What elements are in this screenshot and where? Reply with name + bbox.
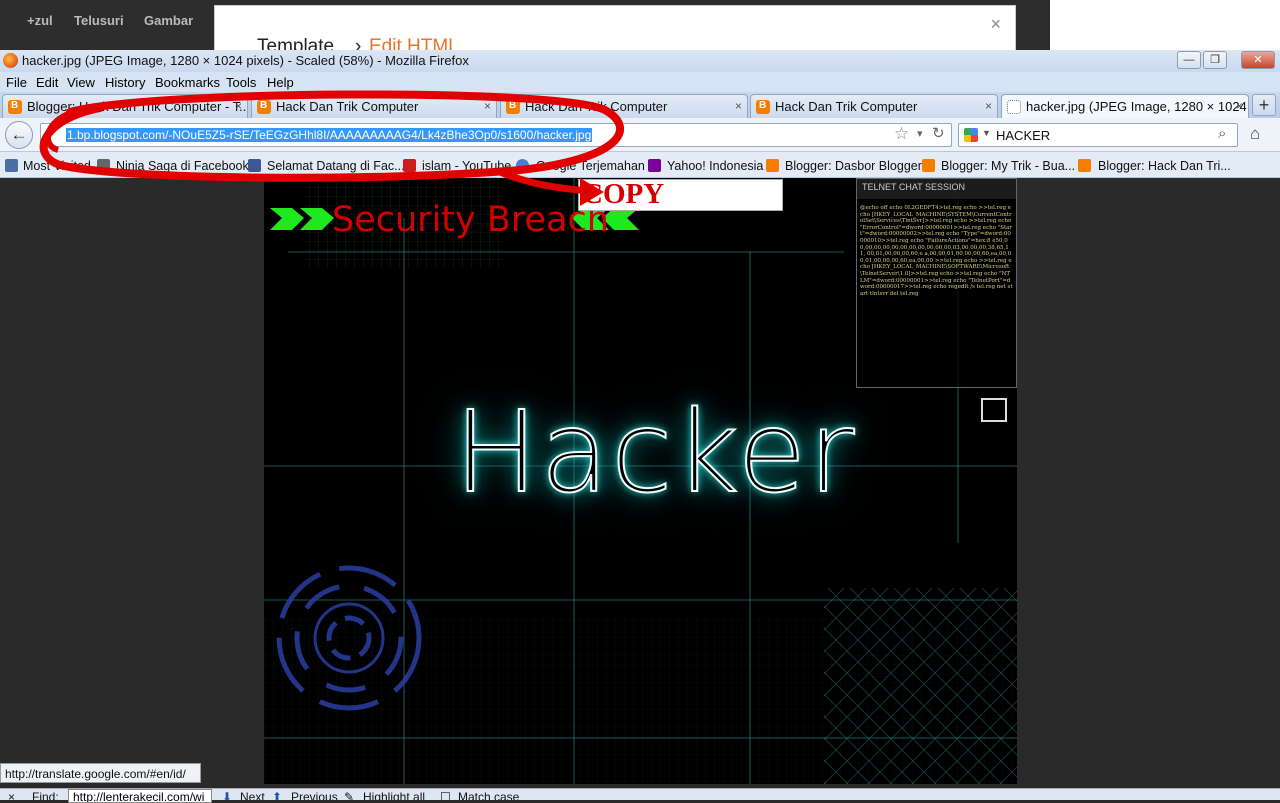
find-next-button[interactable]: Next <box>240 790 265 800</box>
status-url: http://translate.google.com/#en/id/ <box>0 763 201 783</box>
match-case-checkbox[interactable]: ☐ <box>440 790 451 800</box>
arrow-up-icon[interactable]: ⬆ <box>272 790 282 800</box>
arrow-down-icon[interactable]: ⬇ <box>222 790 232 800</box>
red-annotation-overlay <box>39 90 625 206</box>
find-input[interactable]: http://lenterakecil.com/wi <box>68 789 212 803</box>
match-case-label: Match case <box>458 790 520 800</box>
find-previous-button[interactable]: Previous <box>291 790 338 800</box>
find-close-icon[interactable]: × <box>8 790 15 800</box>
highlighter-icon[interactable]: ✎ <box>344 790 354 800</box>
find-label: Find: <box>32 790 59 800</box>
highlight-all-button[interactable]: Highlight all <box>363 790 425 800</box>
